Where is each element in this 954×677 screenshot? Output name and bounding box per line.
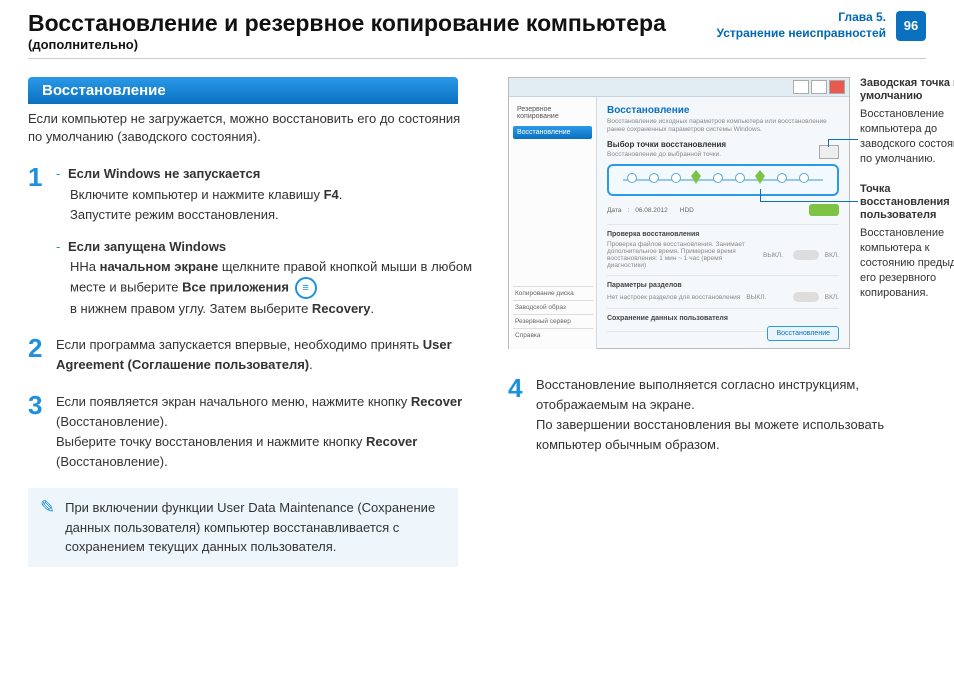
recover-button[interactable]: Восстановление [767,326,839,341]
app-main-subtitle: Восстановление исходных параметров компь… [607,118,839,134]
callout-factory-default: Заводская точка по умолчанию Восстановле… [860,77,954,167]
verify-toggle[interactable] [793,250,819,260]
step-number: 1 [28,164,48,319]
chapter-label: Глава 5. Устранение неисправностей [717,10,886,41]
minimize-icon[interactable] [793,80,809,94]
sidebar-item-help[interactable]: Справка [513,328,593,342]
app-sidebar: Резервное копирование Восстановление Коп… [509,97,597,349]
leader-line [760,201,858,203]
step-1: 1 - Если Windows не запускается Включите… [28,164,478,319]
step-2: 2 Если программа запускается впервые, не… [28,335,478,375]
page-number-badge: 96 [896,11,926,41]
step1-case-b-title: Если запущена Windows [68,239,226,254]
note-icon: ✎ [40,498,55,557]
step-4: 4 Восстановление выполняется согласно ин… [508,375,926,456]
factory-point-icon [819,145,839,159]
note-text: При включении функции User Data Maintena… [65,498,446,557]
page-title: Восстановление и резервное копирование к… [28,10,717,37]
info-note: ✎ При включении функции User Data Mainte… [28,488,458,567]
window-titlebar [509,78,849,97]
section-intro: Если компьютер не загружается, можно вос… [28,110,478,146]
app-main-title: Восстановление [607,105,839,116]
apply-point-button[interactable] [809,204,839,216]
page-subtitle: (дополнительно) [28,37,717,52]
sidebar-item-backup-server[interactable]: Резервный сервер [513,314,593,328]
user-restore-point-marker[interactable] [755,170,765,184]
partition-toggle[interactable] [793,292,819,302]
step-number: 4 [508,375,528,456]
callout-user-point: Точка восстановления пользователя Восста… [860,183,954,301]
all-apps-icon: ≡ [295,277,317,299]
user-restore-point-marker[interactable] [691,170,701,184]
sidebar-item-restore[interactable]: Восстановление [513,126,592,139]
step-number: 3 [28,392,48,473]
page-header: Восстановление и резервное копирование к… [28,10,926,59]
leader-line [828,139,858,141]
section-choose-point: Выбор точки восстановления [607,140,839,149]
close-icon[interactable] [829,80,845,94]
step-3: 3 Если появляется экран начального меню,… [28,392,478,473]
restore-timeline[interactable] [607,164,839,196]
step1-case-a-title: Если Windows не запускается [68,166,260,181]
section-tab-recovery: Восстановление [28,77,458,104]
sidebar-item-factory-image[interactable]: Заводской образ [513,300,593,314]
restore-date: 06.08.2012 [635,207,668,214]
sidebar-item-backup[interactable]: Резервное копирование [513,103,592,123]
step-number: 2 [28,335,48,375]
recovery-app-screenshot: Резервное копирование Восстановление Коп… [508,77,850,349]
maximize-icon[interactable] [811,80,827,94]
sidebar-item-disk-copy[interactable]: Копирование диска [513,286,593,300]
